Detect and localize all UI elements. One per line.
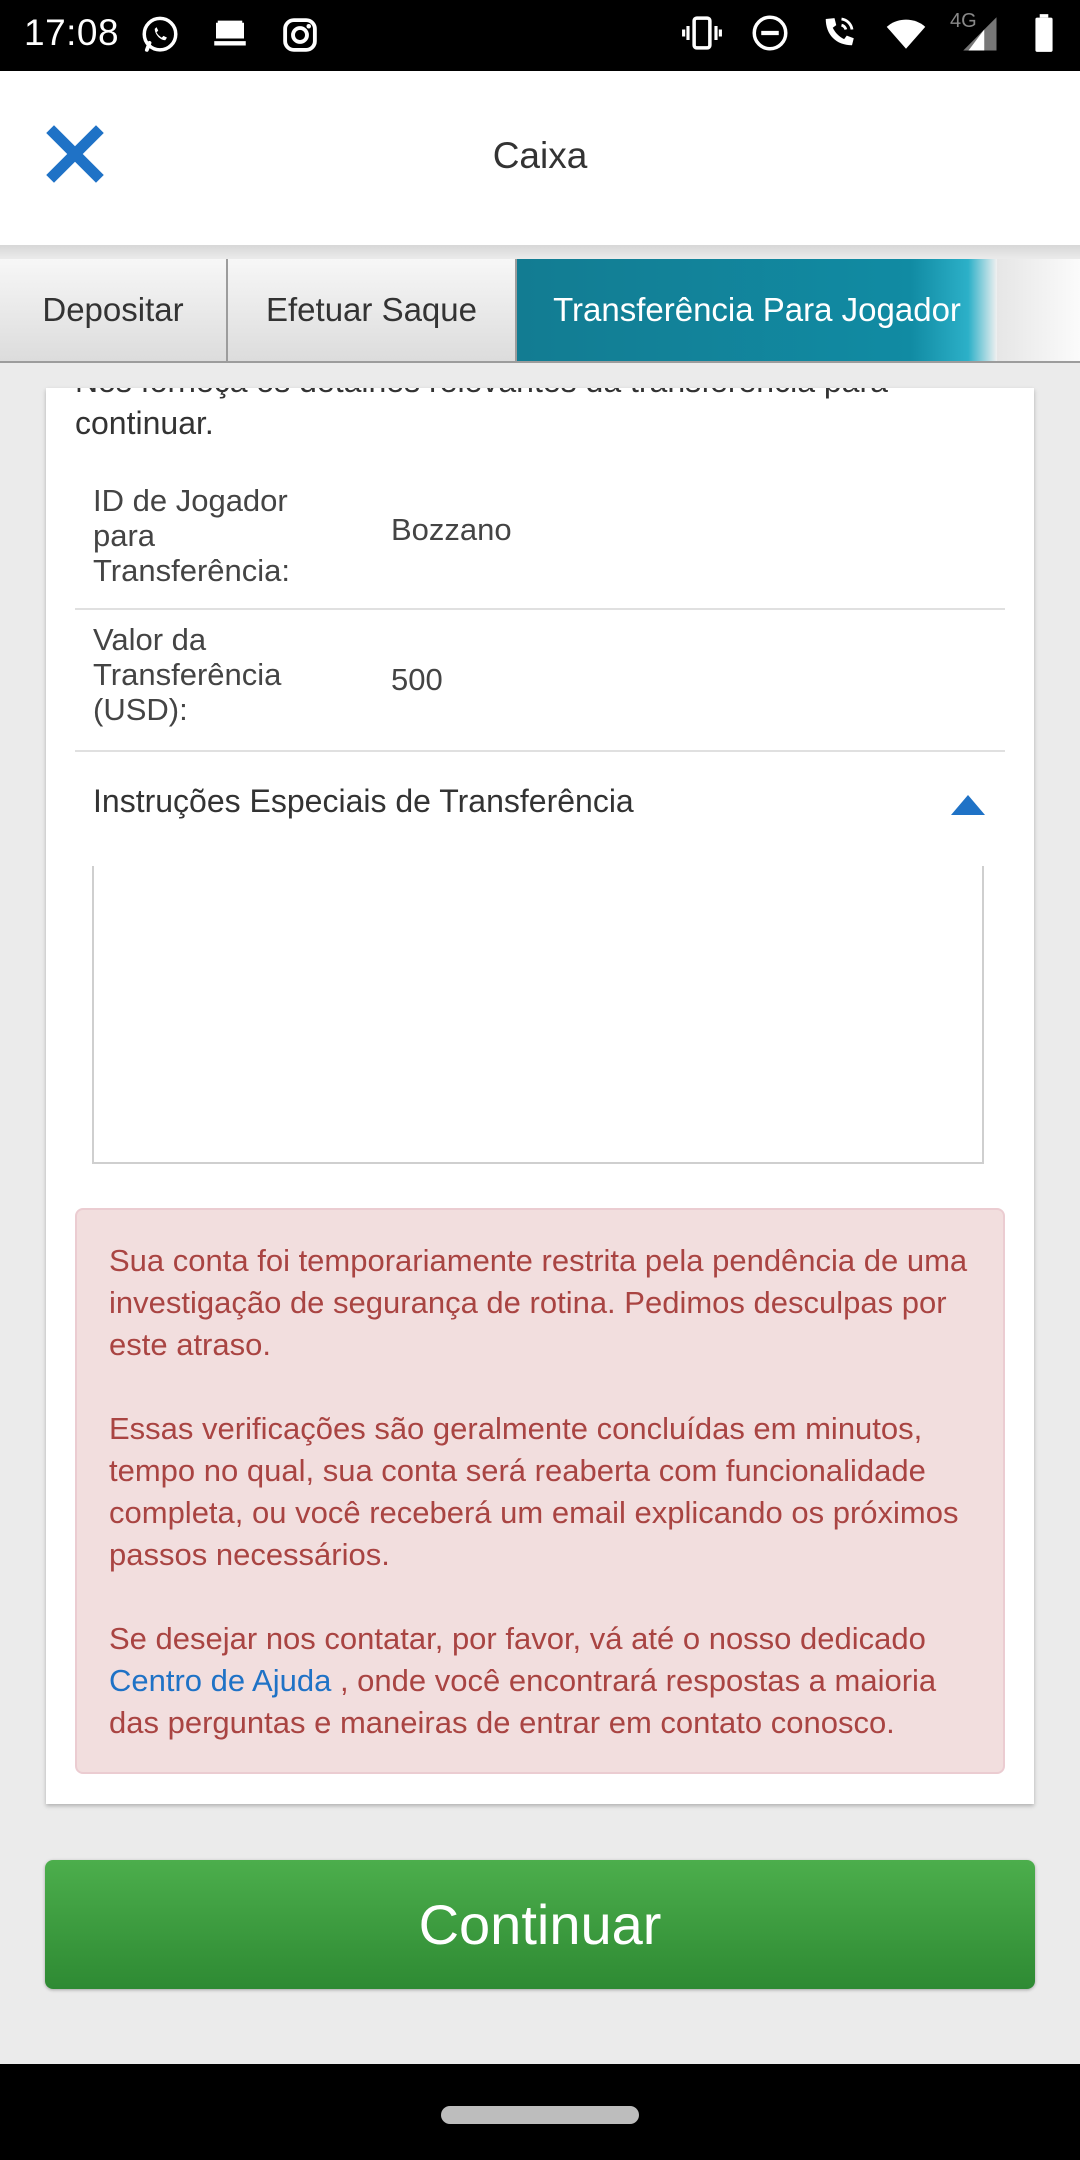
special-instructions-toggle[interactable]: Instruções Especiais de Transferência	[75, 753, 1005, 853]
home-gesture-handle[interactable]	[441, 2106, 639, 2124]
field-row-player-id: ID de Jogador para Transferência: Bozzan…	[75, 478, 1005, 610]
tab-deposit[interactable]: Depositar	[0, 259, 228, 361]
network-type-label: 4G	[950, 10, 977, 32]
special-instructions-input[interactable]	[92, 866, 984, 1164]
player-id-value: Bozzano	[391, 512, 512, 547]
app-header: Caixa	[0, 71, 1080, 245]
wifi-call-icon	[816, 10, 860, 56]
system-icons: 4G	[680, 10, 1058, 56]
continue-button[interactable]: Continuar	[45, 1860, 1035, 1989]
transfer-form-card: Nos forneça os detalhes relevantes da tr…	[46, 388, 1034, 1804]
system-nav-bar	[0, 2064, 1080, 2160]
tab-withdraw[interactable]: Efetuar Saque	[228, 259, 517, 361]
instagram-icon	[278, 12, 322, 58]
do-not-disturb-icon	[748, 10, 792, 56]
help-center-link[interactable]: Centro de Ajuda	[109, 1663, 331, 1698]
vibrate-icon	[680, 10, 724, 56]
wifi-icon	[884, 10, 928, 56]
field-row-amount: Valor da Transferência (USD): 500	[75, 610, 1005, 752]
account-restricted-alert: Sua conta foi temporariamente restrita p…	[75, 1208, 1005, 1774]
amount-value: 500	[391, 662, 443, 697]
special-instructions-label: Instruções Especiais de Transferência	[93, 783, 634, 819]
alert-paragraph-2: Essas verificações são geralmente conclu…	[109, 1411, 959, 1572]
cashier-tabs: Depositar Efetuar Saque Transferência Pa…	[0, 259, 1080, 363]
page-title: Caixa	[492, 135, 588, 176]
battery-icon	[1030, 10, 1058, 56]
caret-up-icon	[949, 793, 987, 817]
notification-icons	[138, 12, 322, 58]
status-bar: 17:08 4G	[0, 0, 1080, 71]
form-intro: Nos forneça os detalhes relevantes da tr…	[75, 388, 888, 441]
tab-player-transfer[interactable]: Transferência Para Jogador	[517, 259, 997, 361]
signal-icon: 4G	[950, 10, 1006, 56]
tab-next[interactable]	[997, 259, 1080, 361]
alert-paragraph-1: Sua conta foi temporariamente restrita p…	[109, 1243, 968, 1362]
alert-contact-text: Se desejar nos contatar, por favor, vá a…	[109, 1621, 926, 1656]
alert-paragraph-3: Se desejar nos contatar, por favor, vá a…	[109, 1618, 973, 1744]
whatsapp-icon	[138, 12, 182, 58]
app-icon	[208, 12, 252, 58]
status-time: 17:08	[24, 12, 120, 53]
header-divider	[0, 245, 1080, 259]
player-id-label: ID de Jogador para Transferência:	[93, 483, 290, 588]
amount-label: Valor da Transferência (USD):	[93, 622, 282, 727]
